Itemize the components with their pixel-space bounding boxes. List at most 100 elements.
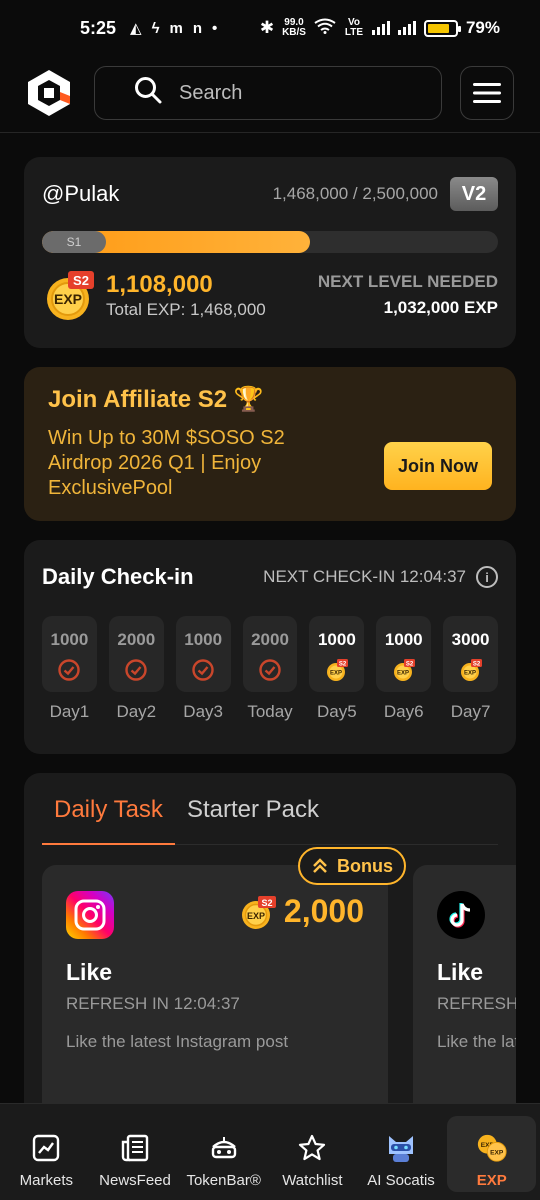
profile-card: @Pulak 1,468,000 / 2,500,000 V2 S1 EXP S… xyxy=(24,157,516,348)
checkin-day-box: 3000 EXP S2 xyxy=(443,616,499,692)
exp-coin-icon: EXP S2 xyxy=(326,659,348,681)
nav-markets[interactable]: Markets xyxy=(2,1116,91,1200)
checkin-day[interactable]: 1000 Day3 xyxy=(175,616,231,722)
check-circle-icon xyxy=(125,659,147,681)
svg-text:S2: S2 xyxy=(472,662,480,668)
username: @Pulak xyxy=(42,181,120,206)
check-circle-icon xyxy=(259,659,281,681)
battery-percent: 79% xyxy=(465,18,500,37)
checkin-title: Daily Check-in xyxy=(42,564,194,589)
bonus-badge[interactable]: Bonus xyxy=(298,847,406,885)
nav-ai-socatis[interactable]: AI Socatis xyxy=(357,1116,446,1200)
checkin-day[interactable]: 2000 Day2 xyxy=(108,616,164,722)
checkin-day-label: Day2 xyxy=(116,702,157,721)
task-card-tiktok[interactable]: Like REFRESH IN 12:04:37 Like the latest… xyxy=(413,865,516,1113)
nav-label: AI Socatis xyxy=(367,1172,435,1189)
dot-icon: • xyxy=(212,19,218,37)
search-icon xyxy=(133,75,163,111)
nav-watchlist[interactable]: Watchlist xyxy=(268,1116,357,1200)
checkin-day-box: 2000 xyxy=(108,616,164,692)
instagram-icon xyxy=(66,891,114,939)
exp-coin-icon: EXP S2 xyxy=(460,659,482,681)
svg-text:EXP: EXP xyxy=(330,671,342,677)
status-bar: 5:25 ◭ ϟ m n • ✱ 99.0 KB/S Vo LTE 79% xyxy=(0,0,540,56)
exp-progress-bar: S1 xyxy=(42,231,498,253)
next-checkin-timer: NEXT CHECK-IN 12:04:37 xyxy=(263,567,466,586)
affiliate-title: Join Affiliate S2 🏆 xyxy=(48,386,264,413)
checkin-day-label: Today xyxy=(247,702,293,721)
checkin-day[interactable]: 1000 Day1 xyxy=(42,616,97,722)
tasks-card: Daily Task Starter Pack Bonus EXP S2 2,0… xyxy=(24,773,516,1113)
task-name: Like xyxy=(437,959,484,985)
affiliate-body: Win Up to 30M $SOSO S2 Airdrop 2026 Q1 |… xyxy=(48,427,285,499)
svg-text:S2: S2 xyxy=(73,273,89,288)
exp-ratio: 1,468,000 / 2,500,000 xyxy=(272,184,438,203)
checkin-amount: 2000 xyxy=(251,630,289,649)
sosovalue-logo-icon[interactable] xyxy=(24,68,74,118)
checkin-day[interactable]: 2000 Today xyxy=(242,616,298,722)
checkin-day[interactable]: 1000 EXP S2 Day5 xyxy=(309,616,365,722)
affiliate-banner[interactable]: Join Affiliate S2 🏆 Win Up to 30M $SOSO … xyxy=(24,367,516,521)
tokenbar-icon xyxy=(208,1132,240,1164)
tab-starter-pack[interactable]: Starter Pack xyxy=(175,793,331,845)
bottom-nav: Markets NewsFeed TokenBar® Watchlist AI … xyxy=(0,1103,540,1200)
check-circle-icon xyxy=(192,659,214,681)
checkin-amount: 3000 xyxy=(451,630,490,649)
checkin-amount: 1000 xyxy=(50,630,89,649)
nav-label: TokenBar® xyxy=(186,1172,261,1189)
tiktok-icon xyxy=(437,891,485,939)
double-chevron-up-icon xyxy=(313,858,327,873)
lightning-app-icon: ϟ xyxy=(151,19,160,37)
info-icon[interactable]: i xyxy=(476,566,498,588)
tab-daily-task[interactable]: Daily Task xyxy=(42,793,175,845)
task-refresh-timer: REFRESH IN 12:04:37 xyxy=(66,994,240,1013)
volte-indicator: Vo LTE xyxy=(344,17,364,38)
star-icon xyxy=(296,1132,328,1164)
daily-checkin-card: Daily Check-in NEXT CHECK-IN 12:04:37 i … xyxy=(24,540,516,754)
nav-label: Markets xyxy=(19,1172,73,1189)
join-now-button[interactable]: Join Now xyxy=(384,442,492,490)
svg-text:EXP: EXP xyxy=(54,291,82,307)
checkin-day-label: Day7 xyxy=(450,702,491,721)
nav-label: NewsFeed xyxy=(99,1172,171,1189)
svg-text:EXP: EXP xyxy=(247,911,265,921)
exp-coins-icon: EXP EXP xyxy=(476,1132,508,1164)
app-header: Search xyxy=(0,62,540,124)
battery-icon xyxy=(423,19,461,37)
checkin-day-label: Day1 xyxy=(49,702,90,721)
cat-robot-icon xyxy=(385,1132,417,1164)
task-refresh-timer: REFRESH IN 12:04:37 xyxy=(437,994,516,1013)
next-level-label: NEXT LEVEL NEEDED xyxy=(317,272,498,291)
next-level-value: 1,032,000 EXP xyxy=(383,298,498,317)
newspaper-icon xyxy=(119,1132,151,1164)
signal-icon-2 xyxy=(397,21,416,35)
svg-text:S2: S2 xyxy=(406,662,414,668)
checkin-amount: 1000 xyxy=(184,630,223,649)
svg-text:EXP: EXP xyxy=(397,671,409,677)
checkin-day[interactable]: 1000 EXP S2 Day6 xyxy=(376,616,432,722)
search-input[interactable]: Search xyxy=(94,66,442,120)
status-time: 5:25 xyxy=(80,17,117,38)
task-name: Like xyxy=(66,959,113,985)
task-description: Like the latest TikTok post xyxy=(437,1032,516,1051)
exp-coin-icon: EXP S2 xyxy=(241,895,276,929)
nav-newsfeed[interactable]: NewsFeed xyxy=(91,1116,180,1200)
task-card-instagram[interactable]: EXP S2 2,000 Like REFRESH IN 12:04:37 Li… xyxy=(42,865,388,1113)
nav-tokenbar[interactable]: TokenBar® xyxy=(179,1116,268,1200)
task-reward-value: 2,000 xyxy=(283,893,364,929)
progress-segment-s1: S1 xyxy=(42,231,106,253)
search-placeholder: Search xyxy=(179,81,243,104)
svg-text:S2: S2 xyxy=(261,898,272,908)
triangle-app-icon: ◭ xyxy=(130,20,142,37)
checkin-day[interactable]: 3000 EXP S2 Day7 xyxy=(443,616,499,722)
task-description: Like the latest Instagram post xyxy=(66,1032,289,1051)
menu-button[interactable] xyxy=(460,66,514,120)
hamburger-menu-icon xyxy=(473,83,501,103)
checkin-day-box: 2000 xyxy=(242,616,298,692)
nav-exp[interactable]: EXP EXP EXP xyxy=(447,1116,537,1192)
checkin-day-box: 1000 EXP S2 xyxy=(309,616,365,692)
check-circle-icon xyxy=(58,659,81,681)
signal-icon xyxy=(371,21,390,35)
checkin-amount: 1000 xyxy=(317,630,356,649)
nav-label: Watchlist xyxy=(282,1172,343,1189)
